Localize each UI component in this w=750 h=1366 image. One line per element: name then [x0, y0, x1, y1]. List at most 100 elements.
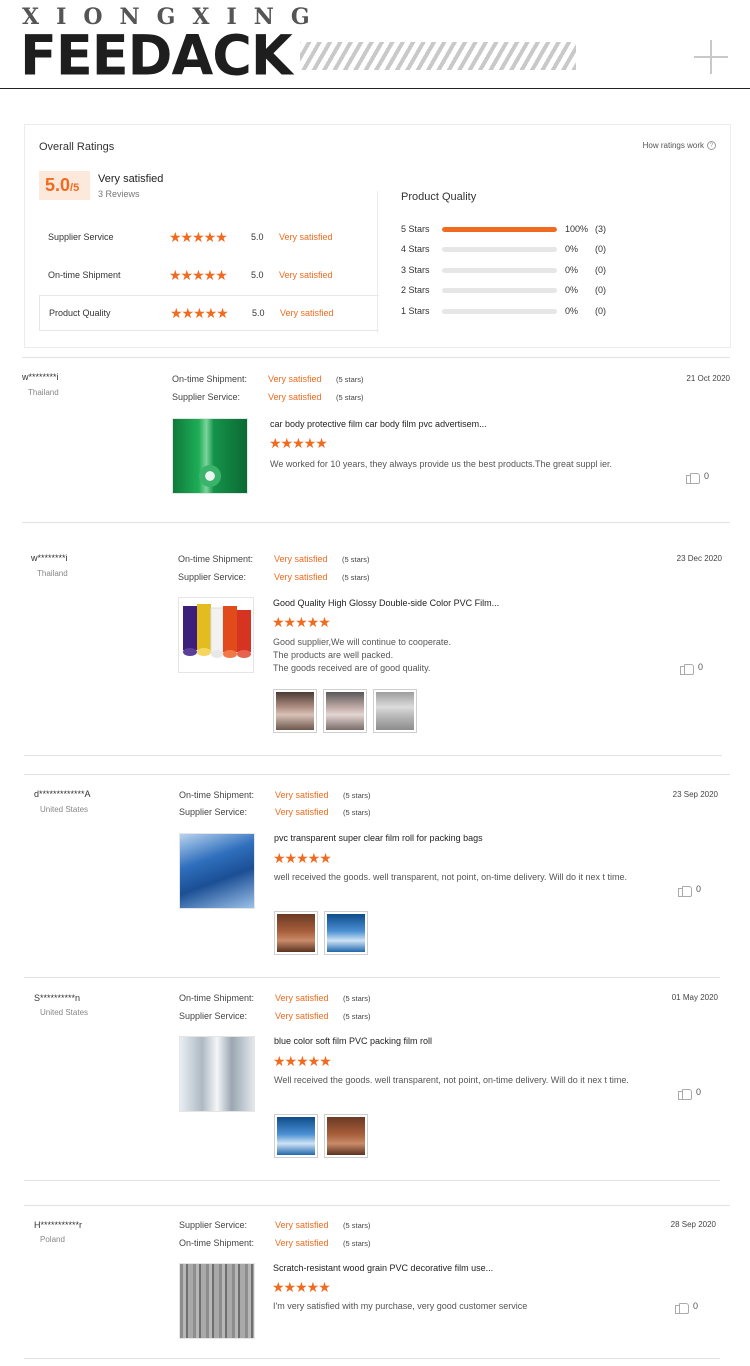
- rating-line-label: Supplier Service:: [179, 1011, 248, 1021]
- like-count: 0: [698, 662, 704, 672]
- rating-line-stars: (5 stars): [342, 573, 370, 582]
- review-text-line: Good supplier,We will continue to cooper…: [273, 637, 451, 647]
- rating-line-value: Very satisfied: [275, 993, 329, 1003]
- product-title-link[interactable]: Good Quality High Glossy Double-side Col…: [273, 598, 499, 608]
- plus-icon[interactable]: [694, 40, 728, 74]
- like-button[interactable]: 0: [678, 884, 701, 898]
- info-icon[interactable]: ?: [707, 141, 716, 151]
- review-divider: [22, 522, 730, 523]
- like-button[interactable]: 0: [686, 471, 710, 485]
- star-rating-icons: ★★★★★: [272, 1279, 331, 1295]
- star-rating-icons: ★★★★★: [269, 435, 328, 451]
- distribution-count: (0): [595, 285, 606, 295]
- review-date: 23 Sep 2020: [672, 790, 718, 799]
- rating-line-value: Very satisfied: [275, 1011, 329, 1021]
- review-divider: [24, 1205, 730, 1206]
- panel-divider: [377, 191, 378, 333]
- rating-line-stars: (5 stars): [343, 1221, 371, 1230]
- rating-line-value: Very satisfied: [275, 1220, 329, 1230]
- rating-line-label: On-time Shipment:: [178, 554, 254, 564]
- overall-ratings-panel: Overall Ratings How ratings work? 5.0/5 …: [24, 124, 731, 348]
- rating-line-value: Very satisfied: [274, 572, 328, 582]
- rating-line-value: Very satisfied: [275, 790, 329, 800]
- product-title-link[interactable]: pvc transparent super clear film roll fo…: [274, 833, 483, 843]
- product-thumbnail[interactable]: [179, 1036, 255, 1112]
- review-photo[interactable]: [323, 689, 367, 733]
- how-ratings-work-label[interactable]: How ratings work: [643, 141, 704, 150]
- how-ratings-work-link[interactable]: How ratings work?: [643, 141, 716, 151]
- star-rating-icons: ★★★★★: [170, 305, 229, 321]
- rating-row-supplier-service[interactable]: Supplier Service ★★★★★ 5.0 Very satisfie…: [39, 220, 379, 256]
- thumbs-up-icon[interactable]: [686, 471, 700, 485]
- like-button[interactable]: 0: [678, 1087, 701, 1101]
- rating-score: 5.0: [252, 308, 265, 318]
- review-photo[interactable]: [274, 1114, 318, 1158]
- thumbs-up-icon[interactable]: [675, 1301, 689, 1315]
- star-rating-icons: ★★★★★: [273, 850, 332, 866]
- distribution-row: 5 Stars 100% (3): [401, 223, 641, 237]
- reviews-count: 3 Reviews: [98, 189, 140, 199]
- rating-line-value: Very satisfied: [275, 807, 329, 817]
- distribution-label: 2 Stars: [401, 285, 430, 295]
- like-button[interactable]: 0: [680, 662, 704, 676]
- review-divider: [24, 755, 722, 756]
- thumbs-up-icon[interactable]: [678, 884, 692, 898]
- distribution-bar-fill: [442, 227, 557, 232]
- reviewer-name: H***********r: [34, 1220, 83, 1230]
- star-rating-icons: ★★★★★: [272, 614, 331, 630]
- review-text: Good supplier,We will continue to cooper…: [273, 636, 645, 675]
- review-photo[interactable]: [274, 911, 318, 955]
- rating-score: 5.0: [251, 232, 264, 242]
- rating-line-label: On-time Shipment:: [172, 374, 248, 384]
- review-photo[interactable]: [324, 911, 368, 955]
- overall-score-label: Very satisfied: [98, 173, 164, 185]
- star-rating-icons: ★★★★★: [169, 229, 228, 245]
- rating-line-stars: (5 stars): [343, 994, 371, 1003]
- distribution-bar: [442, 268, 557, 273]
- reviewer-country: United States: [40, 1008, 89, 1017]
- rating-row-on-time-shipment[interactable]: On-time Shipment ★★★★★ 5.0 Very satisfie…: [39, 258, 379, 294]
- rating-category-label: Product Quality: [49, 308, 111, 318]
- thumbs-up-icon[interactable]: [680, 662, 694, 676]
- rating-line-stars: (5 stars): [343, 1012, 371, 1021]
- review-photo[interactable]: [373, 689, 417, 733]
- overall-score: 5.0: [45, 175, 71, 195]
- like-count: 0: [704, 471, 710, 481]
- product-title-link[interactable]: blue color soft film PVC packing film ro…: [274, 1036, 432, 1046]
- distribution-percent: 0%: [565, 306, 579, 316]
- reviewer-country: Thailand: [28, 388, 59, 397]
- rating-line-label: Supplier Service:: [172, 392, 241, 402]
- rating-line-value: Very satisfied: [268, 392, 322, 402]
- distribution-count: (0): [595, 306, 606, 316]
- reviewer-name: d*************A: [34, 789, 91, 799]
- review-divider: [24, 1358, 720, 1359]
- review-date: 21 Oct 2020: [686, 374, 730, 383]
- review-photo[interactable]: [324, 1114, 368, 1158]
- distribution-percent: 0%: [565, 244, 579, 254]
- distribution-label: 5 Stars: [401, 224, 430, 234]
- review-text: well received the goods. well transparen…: [274, 872, 627, 882]
- rating-line-stars: (5 stars): [336, 375, 364, 384]
- product-thumbnail[interactable]: [178, 597, 254, 673]
- review-text-line: The products are well packed.: [273, 650, 394, 660]
- review-photo[interactable]: [273, 689, 317, 733]
- rating-line-label: Supplier Service:: [179, 807, 248, 817]
- star-rating-icons: ★★★★★: [273, 1053, 332, 1069]
- color-rolls-image: [181, 600, 253, 672]
- review-card: H***********r Poland Supplier Service: V…: [24, 1205, 730, 1361]
- reviewer-name: w********i: [31, 553, 68, 563]
- product-thumbnail[interactable]: [179, 833, 255, 909]
- product-thumbnail[interactable]: [172, 418, 248, 494]
- like-count: 0: [693, 1301, 699, 1311]
- product-title-link[interactable]: Scratch-resistant wood grain PVC decorat…: [273, 1263, 493, 1273]
- like-button[interactable]: 0: [675, 1301, 699, 1315]
- thumbs-up-icon[interactable]: [678, 1087, 692, 1101]
- product-thumbnail[interactable]: [179, 1263, 255, 1339]
- product-title-link[interactable]: car body protective film car body film p…: [270, 419, 487, 429]
- distribution-title: Product Quality: [401, 191, 477, 203]
- rating-row-product-quality[interactable]: Product Quality ★★★★★ 5.0 Very satisfied: [39, 295, 379, 331]
- review-text: We worked for 10 years, they always prov…: [270, 459, 613, 469]
- rating-line-label: Supplier Service:: [178, 572, 247, 582]
- header-divider: [0, 88, 750, 89]
- distribution-percent: 0%: [565, 265, 579, 275]
